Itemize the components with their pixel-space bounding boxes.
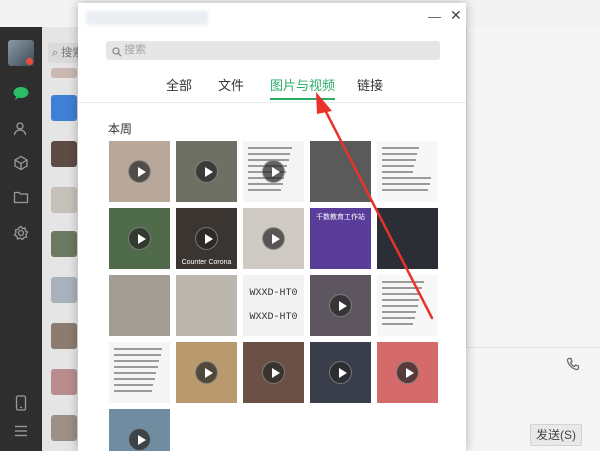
annotation-arrow xyxy=(316,92,434,320)
